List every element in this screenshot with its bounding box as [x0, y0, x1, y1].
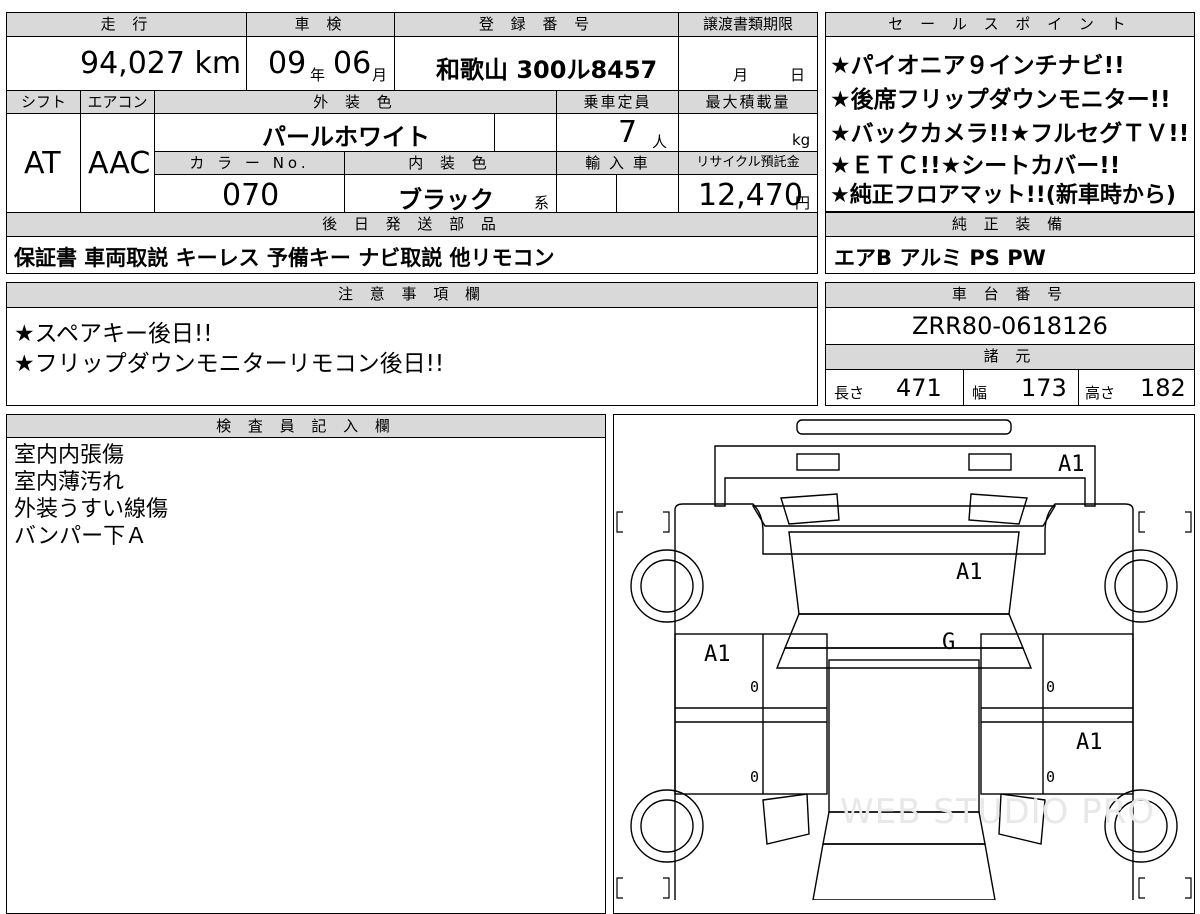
- mark-right-rear-door-sub: 0: [1046, 768, 1056, 786]
- rear-bumper-bar: [796, 419, 1012, 435]
- roof-panel: [788, 531, 1020, 615]
- recycle-value: 12,470: [698, 178, 803, 213]
- interior-color-header: 内 装 色: [345, 152, 556, 174]
- transfer-month-unit: 月: [733, 66, 749, 84]
- wheel-rear-left: [630, 549, 704, 623]
- height-value: 182: [1140, 374, 1186, 402]
- body-outline: [674, 503, 1134, 900]
- caution-line-1: ★スペアキー後日!!: [14, 321, 213, 347]
- inspection-month: 06: [333, 46, 372, 81]
- sales-point-4: ★ＥＴＣ!!★シートカバー!!: [830, 153, 1121, 179]
- aircon-value: AAC: [88, 146, 151, 181]
- mark-left-front-door: A1: [704, 642, 731, 667]
- mark-left-rear-door-sub: 0: [750, 768, 760, 786]
- width-label: 幅: [972, 384, 988, 402]
- sales-point-3: ★バックカメラ!!★フルセグＴＶ!!: [830, 121, 1190, 147]
- inspection-header: 車 検: [247, 13, 395, 37]
- inspector-line-1: 室内内張傷: [14, 443, 125, 468]
- interior-color-suffix: 系: [534, 194, 550, 212]
- width-value: 173: [1021, 374, 1067, 402]
- transfer-day-unit: 日: [790, 66, 806, 84]
- inspector-line-2: 室内薄汚れ: [14, 470, 125, 495]
- length-label: 長さ: [834, 384, 865, 402]
- capacity-unit: 人: [652, 133, 668, 151]
- later-parts-header: 後 日 発 送 部 品: [7, 213, 817, 236]
- sales-point-1: ★パイオニア９インチナビ!!: [830, 53, 1125, 79]
- sales-point-5: ★純正フロアマット!!(新車時から): [830, 183, 1176, 208]
- length-value: 471: [896, 374, 942, 402]
- chassis-value: ZRR80-0618126: [912, 312, 1108, 340]
- right-door-panel: [980, 633, 1134, 795]
- later-parts-value: 保証書 車両取説 キーレス 予備キー ナビ取説 他リモコン: [14, 246, 555, 270]
- shift-value: AT: [24, 146, 61, 181]
- max-load-unit: kg: [792, 131, 811, 149]
- aircon-header: エアコン: [81, 91, 154, 113]
- capacity-header: 乗車定員: [557, 91, 678, 113]
- rear-top-panel: [714, 445, 1096, 507]
- recycle-unit: 円: [795, 194, 811, 212]
- sales-point-2: ★後席フリップダウンモニター!!: [830, 87, 1171, 113]
- mark-rear-top: A1: [1058, 452, 1085, 477]
- chassis-header: 車 台 番 号: [826, 283, 1194, 307]
- rear-lamp-left: [796, 453, 840, 471]
- capacity-value: 7: [618, 115, 638, 150]
- exterior-color-header: 外 装 色: [155, 91, 556, 113]
- inspection-year-unit: 年: [310, 66, 326, 84]
- inspector-line-3: 外装うすい線傷: [14, 497, 169, 522]
- registration-value: 和歌山 300ル8457: [436, 56, 658, 84]
- mark-windshield: G: [942, 630, 956, 655]
- equipment-value: エアB アルミ PS PW: [834, 246, 1046, 270]
- wheel-front-left: [630, 789, 704, 863]
- max-load-header: 最大積載量: [679, 91, 817, 113]
- recycle-header: リサイクル預託金: [679, 152, 817, 174]
- interior-color-value: ブラック: [398, 186, 494, 214]
- mileage-header: 走 行: [7, 13, 247, 37]
- mileage-value: 94,027 km: [80, 46, 242, 81]
- inspector-line-4: バンパー下Ａ: [14, 524, 148, 549]
- specs-header: 諸 元: [826, 345, 1194, 369]
- mark-left-front-door-sub: 0: [750, 678, 760, 696]
- caution-line-2: ★フリップダウンモニターリモコン後日!!: [14, 351, 445, 377]
- color-no-value: 070: [222, 178, 280, 213]
- caution-header: 注 意 事 項 欄: [7, 283, 817, 307]
- inspector-header: 検 査 員 記 入 欄: [7, 415, 605, 437]
- sales-points-header: セ ー ル ス ポ イ ン ト: [826, 13, 1194, 36]
- shift-header: シフト: [7, 91, 80, 113]
- inspection-year: 09: [268, 46, 307, 81]
- wheel-rear-right: [1104, 549, 1178, 623]
- mark-right-rear-door: A1: [1076, 730, 1103, 755]
- cabin-center: [828, 659, 980, 813]
- transfer-header: 譲渡書類期限: [679, 13, 817, 37]
- exterior-color-value: パールホワイト: [262, 123, 430, 151]
- mark-right-front-door-sub: 0: [1046, 678, 1056, 696]
- color-no-header: カ ラ ー No.: [155, 152, 344, 174]
- windshield: [775, 647, 1033, 669]
- inspection-month-unit: 月: [372, 66, 388, 84]
- rear-lamp-right: [968, 453, 1012, 471]
- equipment-header: 純 正 装 備: [826, 213, 1194, 236]
- mark-roof: A1: [956, 560, 983, 585]
- height-label: 高さ: [1085, 384, 1116, 402]
- import-header: 輸 入 車: [557, 152, 678, 174]
- watermark: WEB STUDIO PRO: [840, 792, 1156, 832]
- registration-header: 登 録 番 号: [395, 13, 679, 37]
